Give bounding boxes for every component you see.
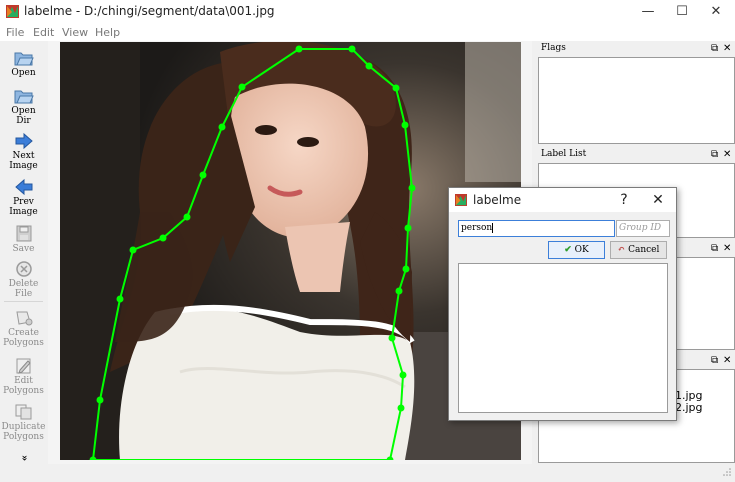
status-bar — [0, 464, 735, 479]
edit-polygons-button[interactable]: Edit Polygons — [0, 357, 47, 396]
menu-view[interactable]: View — [62, 26, 88, 39]
polygon-vertex[interactable] — [365, 62, 373, 70]
polygon-vertex[interactable] — [199, 171, 207, 179]
dock-close-icon[interactable]: ✕ — [723, 353, 731, 368]
flags-title: Flags — [541, 43, 566, 53]
undo-arrow-icon: ↶ — [617, 245, 626, 255]
open-dir-button[interactable]: Open Dir — [0, 87, 47, 126]
polygon-vertex[interactable] — [397, 404, 405, 412]
file-list-item[interactable]: 2.jpg — [675, 402, 703, 414]
polygon-vertex[interactable] — [399, 371, 407, 379]
tool-bar: Open Open Dir Next Image Prev Image Save… — [0, 41, 47, 479]
polygon-vertex[interactable] — [404, 224, 412, 232]
close-window-button[interactable]: ✕ — [699, 0, 733, 24]
polygon-vertex[interactable] — [238, 83, 246, 91]
polygon-vertex[interactable] — [218, 123, 226, 131]
label-input-value: person — [461, 223, 493, 233]
label-suggestion-list[interactable] — [458, 263, 668, 413]
checkmark-icon: ✔ — [564, 245, 572, 255]
create-polygon-icon — [15, 311, 32, 326]
dialog-titlebar: labelme ? ✕ — [449, 188, 676, 212]
polygon-vertex[interactable] — [395, 287, 403, 295]
menu-help[interactable]: Help — [95, 26, 120, 39]
create-polygons-label: Create Polygons — [3, 328, 44, 348]
polygon-vertex[interactable] — [408, 184, 416, 192]
polygon-vertex[interactable] — [295, 45, 303, 53]
polygon-vertex[interactable] — [348, 45, 356, 53]
create-polygons-button[interactable]: Create Polygons — [0, 309, 47, 348]
polygon-vertex[interactable] — [402, 265, 410, 273]
label-dialog: labelme ? ✕ person Group ID ✔ OK ↶ Cance… — [448, 187, 677, 421]
open-dir-label: Open Dir — [11, 106, 36, 126]
folder-open-icon — [14, 90, 34, 104]
next-image-label: Next Image — [9, 151, 38, 171]
labelme-app-icon — [6, 5, 19, 18]
ok-button[interactable]: ✔ OK — [548, 241, 605, 259]
cancel-label: Cancel — [628, 245, 660, 255]
open-button[interactable]: Open — [0, 49, 47, 78]
folder-open-icon — [14, 52, 34, 66]
group-id-input[interactable]: Group ID — [616, 220, 670, 237]
label-list-dock-title: Label List ⧉ ✕ — [536, 147, 735, 162]
delete-file-label: Delete File — [8, 279, 39, 299]
maximize-button[interactable]: ☐ — [665, 0, 699, 24]
save-icon — [16, 225, 31, 242]
minimize-button[interactable]: — — [631, 0, 665, 24]
delete-file-button[interactable]: Delete File — [0, 260, 47, 299]
dock-close-icon[interactable]: ✕ — [723, 241, 731, 256]
flags-list[interactable] — [538, 57, 735, 144]
polygon-vertex[interactable] — [392, 84, 400, 92]
dialog-title: labelme — [473, 193, 522, 207]
polygon-vertex[interactable] — [129, 246, 137, 254]
polygon-vertex[interactable] — [183, 213, 191, 221]
open-label: Open — [11, 68, 36, 78]
edit-polygons-label: Edit Polygons — [3, 376, 44, 396]
flags-dock: Flags ⧉ ✕ — [536, 41, 735, 145]
dialog-help-button[interactable]: ? — [611, 188, 637, 212]
prev-image-button[interactable]: Prev Image — [0, 178, 47, 217]
flags-dock-title: Flags ⧉ ✕ — [536, 41, 735, 56]
polygon-vertex[interactable] — [159, 234, 167, 242]
polygon-vertex[interactable] — [116, 295, 124, 303]
polygon-vertex[interactable] — [401, 121, 409, 129]
duplicate-icon — [15, 404, 31, 420]
menu-edit[interactable]: Edit — [33, 26, 54, 39]
prev-image-label: Prev Image — [9, 197, 38, 217]
dock-close-icon[interactable]: ✕ — [723, 41, 731, 56]
delete-icon — [15, 261, 32, 277]
window-titlebar: labelme - D:/chingi/segment/data\001.jpg… — [0, 0, 735, 24]
save-button[interactable]: Save — [0, 225, 47, 254]
polygon-vertex[interactable] — [96, 396, 104, 404]
labelme-app-icon — [455, 194, 467, 206]
polygon-vertex[interactable] — [388, 334, 396, 342]
ok-label: OK — [574, 245, 589, 255]
text-cursor — [492, 222, 494, 233]
arrow-right-icon — [15, 132, 33, 150]
label-list-title: Label List — [541, 149, 587, 159]
cancel-button[interactable]: ↶ Cancel — [610, 241, 667, 259]
menu-file[interactable]: File — [6, 26, 24, 39]
toolbar-divider — [4, 301, 43, 302]
dock-float-icon[interactable]: ⧉ — [711, 353, 718, 368]
edit-icon — [16, 358, 31, 374]
dock-float-icon[interactable]: ⧉ — [711, 147, 718, 162]
dialog-close-button[interactable]: ✕ — [645, 188, 671, 212]
arrow-left-icon — [14, 178, 32, 196]
next-image-button[interactable]: Next Image — [0, 132, 47, 171]
label-input[interactable]: person — [458, 220, 615, 237]
save-label: Save — [12, 244, 35, 254]
menu-bar: File Edit View Help — [0, 24, 735, 41]
dock-close-icon[interactable]: ✕ — [723, 147, 731, 162]
dock-float-icon[interactable]: ⧉ — [711, 41, 718, 56]
window-title: labelme - D:/chingi/segment/data\001.jpg — [24, 4, 275, 18]
dock-float-icon[interactable]: ⧉ — [711, 241, 718, 256]
resize-grip-icon[interactable] — [722, 467, 732, 477]
